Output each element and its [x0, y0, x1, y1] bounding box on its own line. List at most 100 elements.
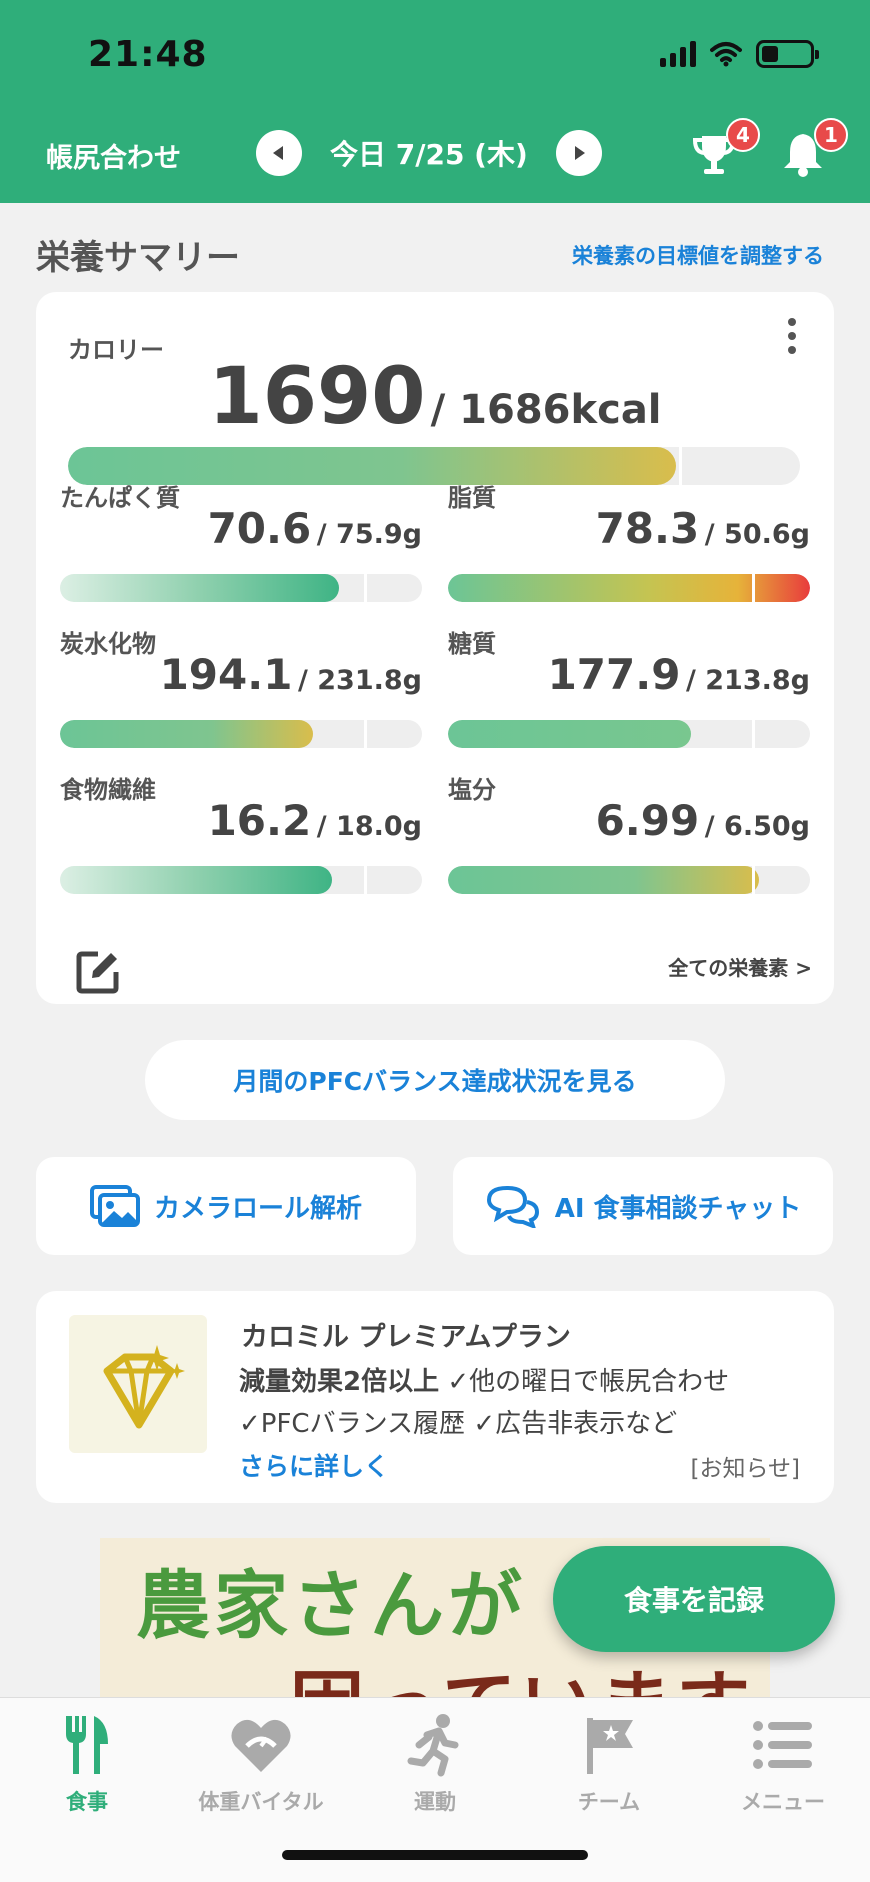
nutrient-target-mark	[752, 866, 756, 894]
status-icons	[660, 40, 819, 68]
premium-image	[69, 1315, 207, 1453]
nutrient-progress-bar	[60, 720, 422, 748]
notification-button[interactable]: 1	[780, 118, 848, 182]
tab-meal[interactable]: 食事	[0, 1710, 174, 1816]
chat-bubbles-icon	[486, 1185, 539, 1228]
nutrient-value: 16.2	[207, 796, 312, 845]
nutrient-value: 177.9	[547, 650, 681, 699]
premium-feature-text: ✓他の曜日で帳尻合わせ	[439, 1367, 730, 1397]
nutrient-progress-bar	[448, 574, 810, 602]
section-title: 栄養サマリー	[36, 238, 240, 278]
tab-exercise[interactable]: 運動	[348, 1710, 522, 1816]
more-options-icon[interactable]	[788, 318, 796, 354]
nutrient-progress-bar	[448, 866, 810, 894]
nutrient-carbohydrate[interactable]: 炭水化物 194.1 / 231.8g	[60, 624, 422, 764]
wifi-icon	[710, 41, 742, 67]
nutrient-name: 糖質	[448, 630, 496, 658]
nutrient-sugar[interactable]: 糖質 177.9 / 213.8g	[448, 624, 810, 764]
nutrient-target-mark	[364, 574, 368, 602]
calorie-value: 1690	[208, 352, 426, 442]
nutrient-target-mark	[364, 866, 368, 894]
notice-label: [お知らせ]	[690, 1456, 801, 1482]
ai-chat-label: AI 食事相談チャット	[554, 1193, 802, 1224]
trophy-badge: 4	[726, 118, 760, 152]
nutrient-progress-fill	[60, 866, 332, 894]
battery-icon	[756, 40, 819, 68]
nutrient-progress-fill	[448, 720, 691, 748]
nutrient-values: 70.6 / 75.9g	[208, 504, 422, 553]
ai-chat-button[interactable]: AI 食事相談チャット	[453, 1157, 833, 1255]
nutrient-values: 78.3 / 50.6g	[596, 504, 810, 553]
all-nutrients-link[interactable]: 全ての栄養素 >	[668, 952, 812, 981]
photos-icon	[89, 1185, 140, 1227]
tab-label: 食事	[66, 1790, 108, 1814]
tab-label: 運動	[414, 1790, 456, 1814]
current-date[interactable]: 今日 7/25 (木)	[330, 133, 528, 173]
prev-day-button[interactable]	[256, 130, 302, 176]
nutrient-target: / 18.0g	[316, 811, 422, 842]
edit-icon[interactable]	[76, 950, 120, 998]
nutrient-target: / 50.6g	[704, 519, 810, 550]
bell-badge: 1	[814, 118, 848, 152]
calorie-values: 1690 / 1686kcal	[36, 352, 834, 442]
premium-feature-line-2: ✓PFCバランス履歴 ✓広告非表示など	[239, 1409, 678, 1439]
nutrient-fat[interactable]: 脂質 78.3 / 50.6g	[448, 478, 810, 618]
tab-label: チーム	[577, 1790, 641, 1814]
nutrient-progress-fill	[448, 574, 810, 602]
tab-menu[interactable]: メニュー	[696, 1710, 870, 1816]
nutrient-value: 70.6	[207, 504, 312, 553]
trophy-button[interactable]: 4	[690, 118, 760, 182]
nutrient-target: / 231.8g	[298, 665, 422, 696]
nutrient-protein[interactable]: たんぱく質 70.6 / 75.9g	[60, 478, 422, 618]
nutrient-progress-bar	[60, 866, 422, 894]
runner-icon	[407, 1714, 459, 1777]
tab-team[interactable]: チーム	[522, 1710, 696, 1816]
nutrient-target-mark	[364, 720, 368, 748]
nutrient-value: 78.3	[595, 504, 700, 553]
adjust-mode-label[interactable]: 帳尻合わせ	[46, 136, 181, 175]
nutrient-values: 194.1 / 231.8g	[160, 650, 422, 699]
nutrient-target-mark	[752, 720, 756, 748]
nutrient-name: 塩分	[448, 776, 496, 804]
camera-roll-analysis-button[interactable]: カメラロール解析	[36, 1157, 416, 1255]
camera-roll-label: カメラロール解析	[153, 1193, 362, 1224]
nutrient-values: 6.99 / 6.50g	[596, 796, 810, 845]
nutrition-summary-card: カロリー 1690 / 1686kcal たんぱく質 70.6 / 75.9g …	[36, 292, 834, 1004]
tab-label: メニュー	[741, 1790, 825, 1814]
nutrient-progress-bar	[448, 720, 810, 748]
tab-weight-vitals[interactable]: 体重バイタル	[174, 1710, 348, 1816]
tab-label: 体重バイタル	[198, 1790, 324, 1814]
nutrient-progress-bar	[60, 574, 422, 602]
nutrient-name: 炭水化物	[60, 630, 156, 658]
nutrient-values: 177.9 / 213.8g	[548, 650, 810, 699]
fork-knife-icon	[66, 1716, 108, 1774]
ad-headline: 農家さんが	[136, 1563, 526, 1649]
nutrient-progress-fill	[448, 866, 760, 894]
nutrient-target: / 213.8g	[686, 665, 810, 696]
signal-icon	[660, 41, 696, 67]
nutrient-value: 6.99	[595, 796, 700, 845]
nutrient-value: 194.1	[159, 650, 293, 699]
heart-scale-icon	[231, 1719, 291, 1772]
nutrient-fiber[interactable]: 食物繊維 16.2 / 18.0g	[60, 770, 422, 910]
premium-highlight: 減量効果2倍以上	[239, 1367, 440, 1397]
nutrient-progress-fill	[60, 720, 314, 748]
record-meal-button[interactable]: 食事を記録	[553, 1546, 835, 1652]
adjust-targets-link[interactable]: 栄養素の目標値を調整する	[572, 240, 824, 270]
nutrient-target-mark	[752, 574, 756, 602]
premium-more-link[interactable]: さらに詳しく	[239, 1447, 389, 1483]
nutrient-target: / 75.9g	[316, 519, 422, 550]
next-day-button[interactable]	[555, 130, 602, 176]
nutrient-target: / 6.50g	[704, 811, 810, 842]
ad-subheadline: 困っています	[290, 1646, 754, 1698]
status-time: 21:48	[88, 34, 208, 75]
nutrient-progress-fill	[60, 574, 339, 602]
pfc-balance-button[interactable]: 月間のPFCバランス達成状況を見る	[145, 1040, 725, 1120]
premium-feature-line-1: 減量効果2倍以上 ✓他の曜日で帳尻合わせ	[239, 1361, 729, 1398]
diamond-icon	[103, 1345, 185, 1429]
date-navigator: 今日 7/25 (木)	[256, 130, 602, 176]
triangle-left-icon	[273, 146, 283, 160]
nutrient-salt[interactable]: 塩分 6.99 / 6.50g	[448, 770, 810, 910]
premium-plan-card[interactable]: カロミル プレミアムプラン 減量効果2倍以上 ✓他の曜日で帳尻合わせ ✓PFCバ…	[36, 1291, 834, 1503]
home-indicator	[282, 1850, 588, 1860]
